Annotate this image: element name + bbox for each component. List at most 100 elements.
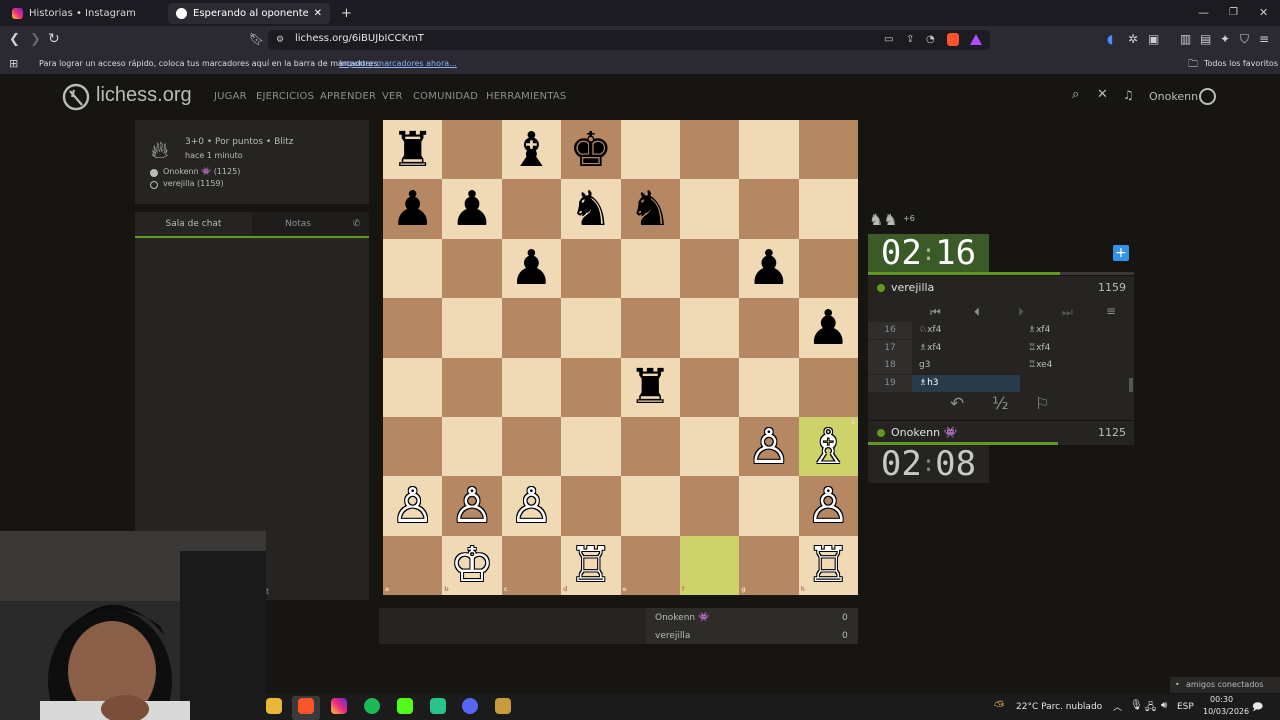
square-a6[interactable] xyxy=(383,238,443,299)
piece-c8[interactable]: ♝ xyxy=(502,120,561,179)
weather-text[interactable]: 22°C Parc. nublado xyxy=(1016,702,1102,712)
language-indicator[interactable]: ESP xyxy=(1177,702,1194,712)
square-b3[interactable] xyxy=(442,416,502,477)
square-e1[interactable] xyxy=(620,535,680,595)
site-logo[interactable]: lichess.org xyxy=(96,84,192,107)
square-f4[interactable] xyxy=(679,357,740,417)
share-icon[interactable]: ⇪ xyxy=(906,34,914,46)
square-f6[interactable] xyxy=(679,238,740,299)
clock-time[interactable]: 00:30 xyxy=(1210,695,1233,704)
new-tab-button[interactable]: + xyxy=(333,3,360,24)
piece-g6[interactable]: ♟ xyxy=(739,239,798,298)
menu-icon[interactable]: ≡ xyxy=(1259,33,1269,45)
square-b8[interactable] xyxy=(442,120,502,180)
square-g2[interactable] xyxy=(739,476,799,536)
kick-icon[interactable] xyxy=(397,698,413,714)
square-d5[interactable] xyxy=(561,298,621,358)
square-h7[interactable] xyxy=(798,179,858,239)
square-d4[interactable] xyxy=(561,357,621,417)
square-a1[interactable] xyxy=(383,535,443,595)
nav-jugar[interactable]: JUGAR xyxy=(214,91,247,102)
square-g7[interactable] xyxy=(739,179,799,239)
chat-input-placeholder[interactable]: t xyxy=(266,587,269,596)
menu-icon[interactable]: ≡ xyxy=(1106,304,1116,318)
back-icon[interactable]: ❮ xyxy=(9,33,20,46)
next-move-icon[interactable]: ⏵ xyxy=(1018,305,1024,320)
opponent-name[interactable]: verejilla xyxy=(891,276,934,300)
username-link[interactable]: Onokenn xyxy=(1149,90,1198,103)
avatar[interactable] xyxy=(1199,88,1216,105)
import-bookmarks-link[interactable]: Importar marcadores ahora... xyxy=(339,59,457,68)
square-g1[interactable] xyxy=(739,535,799,595)
white-move[interactable]: g3 xyxy=(919,357,930,374)
black-move[interactable]: ♗xf4 xyxy=(1028,322,1050,339)
draw-offer-button[interactable]: ½ xyxy=(992,394,1008,414)
square-g4[interactable] xyxy=(739,357,799,417)
site-info-icon[interactable]: ⚙ xyxy=(276,34,284,46)
friends-online-button[interactable]: • amigos conectados xyxy=(1170,677,1280,693)
network-icon[interactable]: 🖧︎ xyxy=(1145,700,1156,717)
search-icon[interactable]: ⌕ xyxy=(1072,88,1079,101)
instagram-app-icon[interactable] xyxy=(331,698,347,714)
piece-h1[interactable]: ♖ xyxy=(799,536,858,595)
nav-ejercicios[interactable]: EJERCICIOS xyxy=(256,91,314,102)
tab-notes[interactable]: Notas xyxy=(252,212,344,236)
piece-b7[interactable]: ♟ xyxy=(442,179,501,238)
piece-e4[interactable]: ♜ xyxy=(621,358,680,417)
square-d2[interactable] xyxy=(561,476,621,536)
first-move-icon[interactable]: ⏮ xyxy=(930,305,941,320)
piece-a2[interactable]: ♙ xyxy=(383,476,442,535)
takeback-icon[interactable]: ↶ xyxy=(950,394,964,414)
piece-c2[interactable]: ♙ xyxy=(502,476,561,535)
piece-e7[interactable]: ♞ xyxy=(621,179,680,238)
close-window-icon[interactable]: ✕ xyxy=(1259,7,1268,19)
nav-ver[interactable]: VER xyxy=(382,91,403,102)
move-list-scrollbar[interactable] xyxy=(1129,378,1133,392)
chessboard[interactable]: 8 7 6 5 4 3 2 1 a b c d e f g h ♜ ♝ ♚ ♟ ♟ ♞ ♞ ♟ ♟ ♟ ♜ ♙ ♗ ♙ ♙ ♙ ♙ ♔ ♖ ♖ xyxy=(383,120,858,595)
square-f7[interactable] xyxy=(679,179,740,239)
square-e8[interactable] xyxy=(620,120,680,180)
piece-d7[interactable]: ♞ xyxy=(561,179,620,238)
piece-d1[interactable]: ♖ xyxy=(561,536,620,595)
square-c1[interactable] xyxy=(501,535,562,595)
square-d3[interactable] xyxy=(561,416,621,477)
volume-icon[interactable]: 🔊︎ xyxy=(1161,700,1167,711)
white-move[interactable]: ♗xf4 xyxy=(919,340,941,357)
voice-chat-icon[interactable]: ✆ xyxy=(344,212,369,236)
apps-grid-icon[interactable]: ⊞ xyxy=(9,57,18,70)
minimize-icon[interactable]: — xyxy=(1198,7,1209,19)
square-f5[interactable] xyxy=(679,298,740,358)
extensions-icon[interactable]: ✲ xyxy=(1128,33,1138,45)
all-favorites-link[interactable]: Todos los favoritos xyxy=(1204,59,1278,68)
square-d6[interactable] xyxy=(561,238,621,299)
brave-app-icon[interactable] xyxy=(298,698,314,714)
square-a3[interactable] xyxy=(383,416,443,477)
prev-move-icon[interactable]: ⏴ xyxy=(974,305,980,320)
square-e3[interactable] xyxy=(620,416,680,477)
streaming-app-icon[interactable] xyxy=(430,698,446,714)
cancel-icon[interactable]: ✕ xyxy=(1097,88,1108,101)
spotify-icon[interactable] xyxy=(364,698,380,714)
discord-icon[interactable] xyxy=(462,698,478,714)
wallet-icon[interactable]: ◖ xyxy=(1107,33,1113,45)
square-h8[interactable] xyxy=(798,120,858,180)
square-c5[interactable] xyxy=(501,298,562,358)
brave-rewards-icon[interactable] xyxy=(970,34,982,45)
leo-ai-icon[interactable]: ✦ xyxy=(1220,33,1230,45)
square-h6[interactable] xyxy=(798,238,858,299)
piece-d8[interactable]: ♚ xyxy=(561,120,620,179)
square-a5[interactable] xyxy=(383,298,443,358)
cast-icon[interactable]: ▭ xyxy=(884,34,893,46)
last-move-icon[interactable]: ⏭ xyxy=(1062,305,1073,320)
url-text[interactable]: lichess.org/6iBUJbICCKmT xyxy=(295,33,424,44)
tab-lichess[interactable]: Esperando al oponente - Jug ✕ xyxy=(168,3,330,24)
piece-h5[interactable]: ♟ xyxy=(799,298,858,357)
notifications-bell-icon[interactable]: ♫ xyxy=(1123,89,1134,101)
resign-flag-icon[interactable]: ⚐ xyxy=(1035,394,1049,413)
square-c7[interactable] xyxy=(501,179,562,239)
square-c4[interactable] xyxy=(501,357,562,417)
tab-search-icon[interactable]: ▣ xyxy=(1148,33,1159,45)
lichess-logo-icon[interactable] xyxy=(62,83,90,111)
piece-a8[interactable]: ♜ xyxy=(383,120,442,179)
square-b5[interactable] xyxy=(442,298,502,358)
